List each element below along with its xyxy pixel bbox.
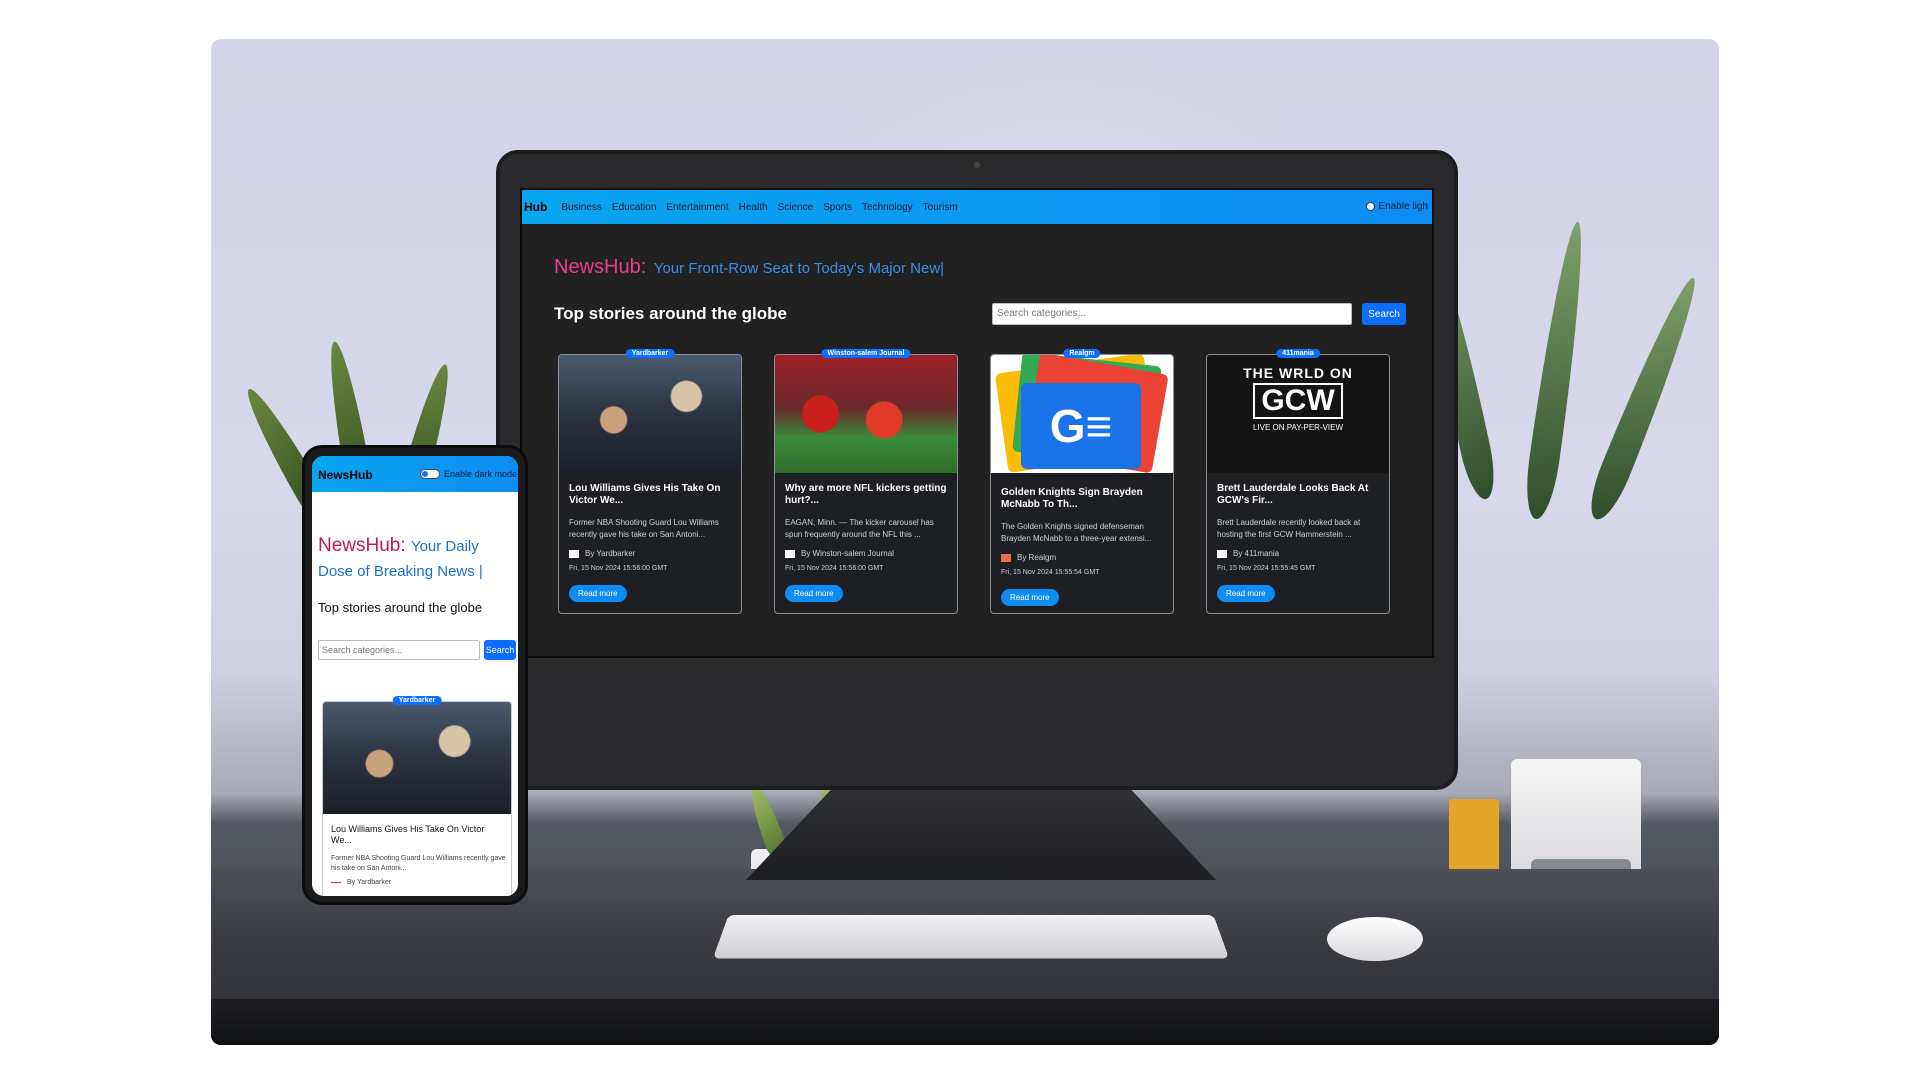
card-title: Golden Knights Sign Brayden McNabb To Th…: [1001, 487, 1143, 510]
card-description: The Golden Knights signed defenseman Bra…: [1001, 522, 1152, 543]
card-author-text: By Yardbarker: [347, 879, 392, 886]
card-author-text: By Yardbarker: [585, 549, 636, 558]
mobile-hero-heading: NewsHub: Your Daily Dose of Breaking New…: [318, 534, 514, 584]
desktop-monitor: Hub Business Education Entertainment Hea…: [496, 150, 1458, 790]
read-more-button[interactable]: Read more: [1217, 585, 1275, 602]
hero-tagline: Your Front-Row Seat to Today's Major New…: [653, 260, 945, 277]
source-icon: [785, 549, 795, 558]
plant-leaf: [1582, 272, 1708, 525]
card-date: Fri, 15 Nov 2024 15:56:00 GMT: [569, 565, 668, 572]
source-icon: [569, 549, 579, 558]
yellow-cup: [1449, 799, 1499, 879]
plant-leaf: [1521, 219, 1593, 522]
nav-link-sports[interactable]: Sports: [823, 202, 852, 213]
card-image: THE WRLD ON GCW LIVE ON PAY-PER-VIEW: [1207, 355, 1389, 473]
football-photo: [775, 355, 957, 473]
card-author: By Yardbarker: [331, 879, 391, 886]
nav-link-science[interactable]: Science: [778, 202, 814, 213]
nav-brand[interactable]: Hub: [524, 200, 547, 214]
card-author: By Winston-salem Journal: [785, 549, 894, 558]
mobile-phone: NewsHub Enable dark mode NewsHub: Your D…: [302, 445, 528, 905]
card-image: [323, 702, 511, 814]
toggle-switch[interactable]: [1365, 202, 1375, 211]
news-card: 411mania THE WRLD ON GCW LIVE ON PAY-PER…: [1206, 349, 1390, 614]
mouse: [1327, 917, 1423, 961]
logo-front: G≡: [1021, 383, 1141, 469]
news-card: Yardbarker Lou Williams Gives His Take O…: [558, 349, 742, 614]
basketball-photo: [559, 355, 741, 473]
card-title: Brett Lauderdale Looks Back At GCW's Fir…: [1217, 483, 1369, 506]
card-date: Fri, 15 Nov 2024 15:55:45 GMT: [1217, 565, 1316, 572]
card-image: G≡: [991, 355, 1173, 473]
basketball-photo: [323, 702, 511, 814]
nav-link-technology[interactable]: Technology: [862, 202, 913, 213]
news-card: Winston-salem Journal Why are more NFL k…: [774, 349, 958, 614]
source-badge: Yardbarker: [625, 349, 675, 358]
mobile-section-title: Top stories around the globe: [318, 600, 483, 615]
source-badge: 411mania: [1276, 349, 1320, 358]
read-more-button[interactable]: Read more: [1001, 589, 1059, 606]
card-author-text: By Winston-salem Journal: [801, 549, 894, 558]
source-badge: Yardbarker: [392, 696, 442, 705]
hero-heading: NewsHub: Your Front-Row Seat to Today's …: [554, 256, 944, 279]
mobile-nav-brand[interactable]: NewsHub: [318, 468, 373, 482]
mobile-hero-brand: NewsHub:: [318, 535, 406, 556]
hero-brand: NewsHub:: [554, 256, 647, 278]
section-title: Top stories around the globe: [554, 304, 787, 323]
poster-top-text: THE WRLD ON: [1243, 365, 1353, 381]
card-description: Former NBA Shooting Guard Lou Williams r…: [331, 855, 506, 872]
nav-link-tourism[interactable]: Tourism: [923, 202, 958, 213]
source-badge: Realgm: [1063, 349, 1101, 358]
card-date: Fri, 15 Nov 2024 15:55:54 GMT: [1001, 569, 1100, 576]
dark-mode-label: Enable dark mode: [444, 469, 518, 479]
source-badge: Winston-salem Journal: [821, 349, 911, 358]
card-title: Lou Williams Gives His Take On Victor We…: [331, 824, 485, 845]
gcw-poster: THE WRLD ON GCW LIVE ON PAY-PER-VIEW: [1207, 355, 1389, 473]
toggle-label: Enable ligh: [1378, 201, 1428, 212]
card-date: Fri, 15 Nov 2024 15:56:00 GMT: [785, 565, 884, 572]
card-author: By Yardbarker: [569, 549, 635, 558]
keyboard: [712, 915, 1230, 959]
nav-link-education[interactable]: Education: [612, 202, 656, 213]
mobile-search-button[interactable]: Search: [484, 640, 516, 660]
card-author-text: By 411mania: [1233, 549, 1280, 558]
card-author-text: By Realgm: [1017, 553, 1057, 562]
search-button[interactable]: Search: [1362, 303, 1406, 325]
card-author: By 411mania: [1217, 549, 1279, 558]
poster-logo: GCW: [1253, 383, 1343, 419]
source-icon: [1217, 549, 1227, 558]
mobile-screen: NewsHub Enable dark mode NewsHub: Your D…: [312, 456, 518, 896]
desk-edge: [211, 999, 1719, 1045]
nav-link-health[interactable]: Health: [739, 202, 768, 213]
card-image: [559, 355, 741, 473]
nav-link-entertainment[interactable]: Entertainment: [666, 202, 728, 213]
mobile-search-input[interactable]: Search categories...: [318, 640, 480, 660]
card-description: Brett Lauderdale recently looked back at…: [1217, 518, 1361, 539]
read-more-button[interactable]: Read more: [569, 585, 627, 602]
desktop-navbar: Hub Business Education Entertainment Hea…: [522, 190, 1432, 224]
desktop-screen: Hub Business Education Entertainment Hea…: [520, 188, 1434, 658]
card-title: Why are more NFL kickers getting hurt?..…: [785, 483, 947, 506]
nav-link-business[interactable]: Business: [561, 202, 602, 213]
source-icon: [1001, 553, 1011, 562]
google-news-logo: G≡: [991, 355, 1173, 473]
theme-toggle[interactable]: Enable ligh: [1365, 201, 1428, 212]
news-card: Realgm G≡ Golden Knights Sign Brayden Mc…: [990, 349, 1174, 614]
card-description: Former NBA Shooting Guard Lou Williams r…: [569, 518, 719, 539]
read-more-button[interactable]: Read more: [785, 585, 843, 602]
mobile-navbar: NewsHub Enable dark mode: [312, 456, 518, 492]
camera-dot: [974, 162, 980, 168]
card-title: Lou Williams Gives His Take On Victor We…: [569, 483, 721, 506]
search-input[interactable]: Search categories...: [992, 303, 1352, 325]
poster-subtext: LIVE ON PAY-PER-VIEW: [1252, 423, 1344, 432]
dark-mode-toggle[interactable]: [420, 469, 440, 479]
card-description: EAGAN, Minn. — The kicker carousel has s…: [785, 518, 934, 539]
card-image: [775, 355, 957, 473]
source-icon: [331, 882, 341, 883]
card-author: By Realgm: [1001, 553, 1056, 562]
mobile-news-card: Yardbarker Lou Williams Gives His Take O…: [322, 696, 512, 896]
